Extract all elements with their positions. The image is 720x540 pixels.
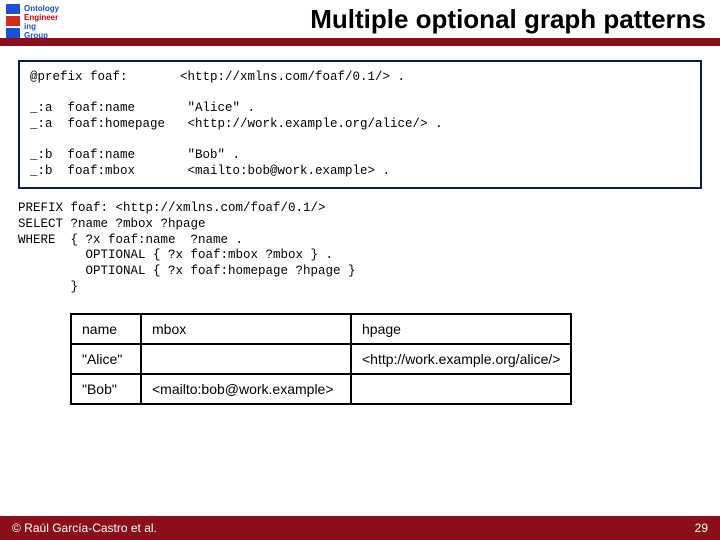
- cell: <http://work.example.org/alice/>: [351, 344, 571, 374]
- col-mbox: mbox: [141, 314, 351, 344]
- table-row: "Alice" <http://work.example.org/alice/>: [71, 344, 571, 374]
- logo-line: Ontology: [24, 4, 59, 13]
- footer-copyright: © Raúl García-Castro et al.: [12, 521, 157, 535]
- footer-bar: © Raúl García-Castro et al. 29: [0, 516, 720, 540]
- cell: [141, 344, 351, 374]
- cell: "Alice": [71, 344, 141, 374]
- cell: "Bob": [71, 374, 141, 404]
- col-name: name: [71, 314, 141, 344]
- cell: <mailto:bob@work.example>: [141, 374, 351, 404]
- cell: [351, 374, 571, 404]
- sparql-query: PREFIX foaf: <http://xmlns.com/foaf/0.1/…: [18, 201, 702, 295]
- table-row: "Bob" <mailto:bob@work.example>: [71, 374, 571, 404]
- rdf-data-box: @prefix foaf: <http://xmlns.com/foaf/0.1…: [18, 60, 702, 189]
- title-bar: Ontology Engineer ing Group Multiple opt…: [0, 0, 720, 46]
- col-hpage: hpage: [351, 314, 571, 344]
- table-header-row: name mbox hpage: [71, 314, 571, 344]
- page-number: 29: [695, 521, 708, 535]
- results-table: name mbox hpage "Alice" <http://work.exa…: [70, 313, 572, 405]
- logo-line: Engineer: [24, 13, 58, 22]
- title-stripe: [0, 38, 720, 46]
- page-title: Multiple optional graph patterns: [310, 4, 706, 35]
